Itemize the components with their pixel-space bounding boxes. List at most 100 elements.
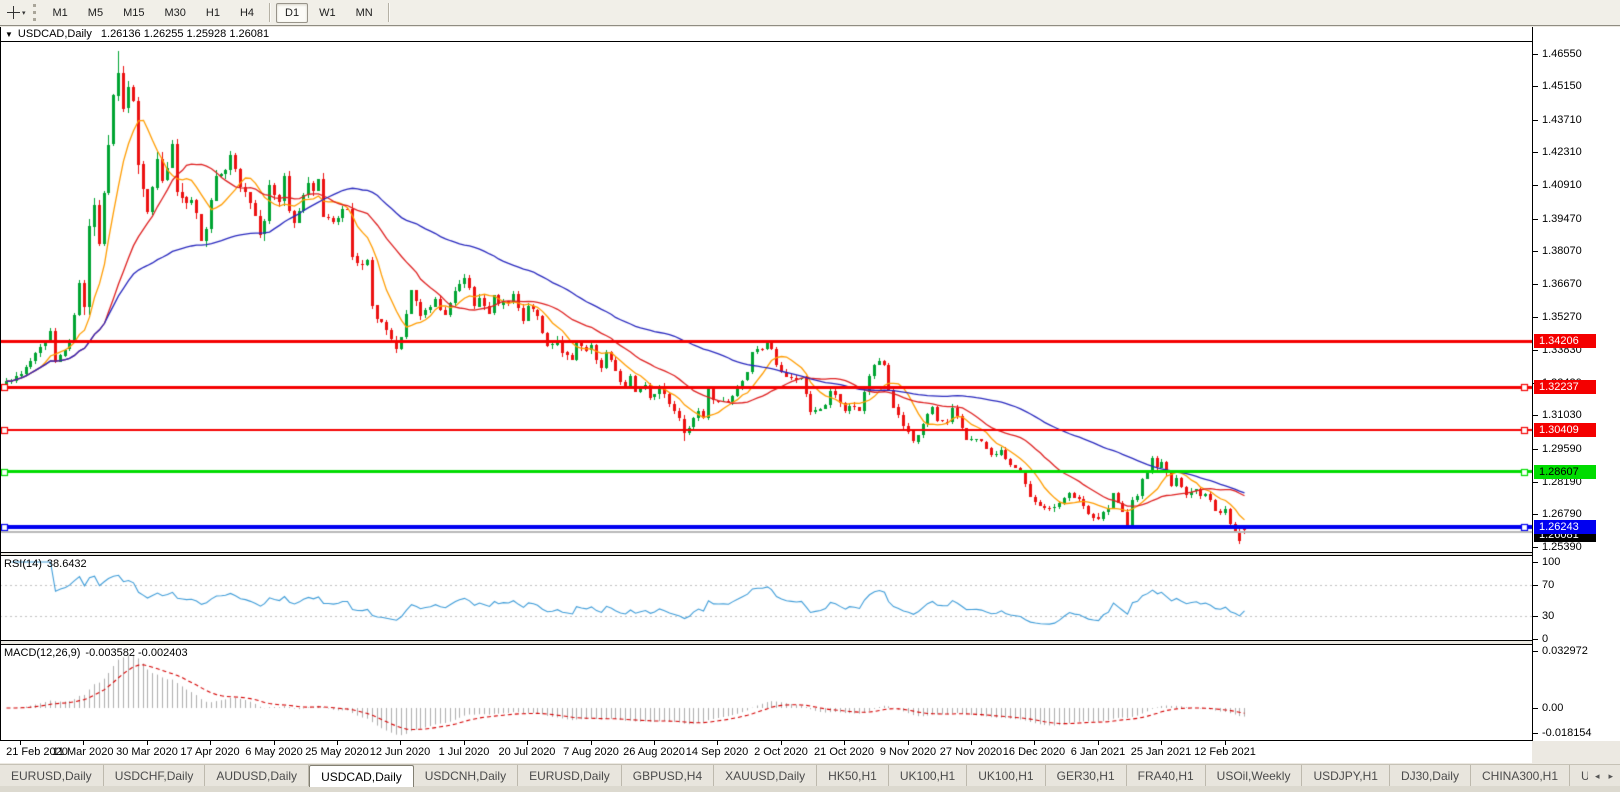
- price-axis-label: 1.42310: [1542, 146, 1582, 158]
- rsi-indicator-panel[interactable]: [0, 556, 1532, 640]
- date-axis-tick: [464, 741, 465, 745]
- price-axis-label: 0: [1542, 633, 1549, 645]
- price-axis-tick: [1533, 585, 1538, 586]
- toolbar-separator: [269, 3, 271, 22]
- chart-tab-uk100-h1[interactable]: UK100,H1: [889, 765, 968, 787]
- timeframe-button-mn[interactable]: MN: [347, 3, 382, 23]
- panel-border: [0, 640, 1620, 641]
- date-axis-tick: [1034, 741, 1035, 745]
- tab-scroll-right-icon[interactable]: ▸: [1605, 770, 1616, 783]
- chart-tab-ger30-h1[interactable]: GER30,H1: [1046, 765, 1127, 787]
- date-axis-tick: [781, 741, 782, 745]
- price-axis-tick: [1533, 152, 1538, 153]
- timeframe-button-h1[interactable]: H1: [197, 3, 229, 23]
- chart-tab-usdchf-daily[interactable]: USDCHF,Daily: [104, 765, 206, 787]
- mt4-window: ▾ M1 M5 M15 M30 H1 H4 D1 W1 MN ▼ USDCAD,Daily 1.…: [0, 0, 1620, 792]
- crosshair-tool-icon[interactable]: [7, 6, 20, 19]
- chart-tab-audusd-daily[interactable]: AUDUSD,Daily: [205, 765, 310, 787]
- price-line-badge: 1.26243: [1534, 520, 1596, 534]
- date-axis-label: 1 Jul 2020: [438, 746, 490, 758]
- date-axis-label: 11 Mar 2020: [52, 746, 114, 758]
- price-axis-label: 0.00: [1542, 702, 1564, 714]
- date-axis-tick: [147, 741, 148, 745]
- chart-tab-dj30-daily[interactable]: DJ30,Daily: [1390, 765, 1471, 787]
- timeframe-button-w1[interactable]: W1: [310, 3, 345, 23]
- price-line-badge: 1.32237: [1534, 380, 1596, 394]
- date-axis-tick: [274, 741, 275, 745]
- price-line-badge: 1.30409: [1534, 423, 1596, 437]
- price-axis-tick: [1533, 733, 1538, 734]
- chart-ohlc-values: 1.26136 1.26255 1.25928 1.26081: [100, 28, 270, 40]
- chart-tab-usdcnh-daily[interactable]: USDCNH,Daily: [414, 765, 519, 787]
- price-axis-tick: [1533, 415, 1538, 416]
- price-axis-tick: [1533, 547, 1538, 548]
- date-axis-tick: [210, 741, 211, 745]
- price-axis[interactable]: 1.46550 1.45150 1.43710 1.42310 1.40910 1.394…: [1532, 27, 1620, 741]
- price-axis-label: 100: [1542, 556, 1561, 568]
- dropdown-caret-icon[interactable]: ▾: [22, 9, 26, 17]
- timeframe-button-m30[interactable]: M30: [155, 3, 194, 23]
- collapse-caret-icon[interactable]: ▼: [5, 30, 13, 39]
- chart-tab-gbpusd-h4[interactable]: GBPUSD,H4: [622, 765, 715, 787]
- chart-tab-usdcad-daily[interactable]: USDCAD,Daily: [309, 765, 414, 787]
- date-axis-tick: [591, 741, 592, 745]
- date-axis-label: 17 Apr 2020: [180, 746, 240, 758]
- price-axis-tick: [1533, 350, 1538, 351]
- date-axis-label: 14 Sep 2020: [685, 746, 749, 758]
- date-axis-label: 25 Jan 2021: [1130, 746, 1192, 758]
- price-axis-tick: [1533, 54, 1538, 55]
- chart-tabs: EURUSD,Daily USDCHF,Daily AUDUSD,Daily USDC…: [0, 765, 1588, 787]
- toolbar-grip: [32, 4, 36, 21]
- timeframe-button-m5[interactable]: M5: [79, 3, 112, 23]
- price-axis-label: 1.40910: [1542, 179, 1582, 191]
- date-axis[interactable]: 21 Feb 2020 11 Mar 2020 30 Mar 2020 17 Apr …: [0, 741, 1532, 763]
- date-axis-tick: [83, 741, 84, 745]
- tab-scroll-left-icon[interactable]: ◂: [1592, 770, 1603, 783]
- price-axis-label: 30: [1542, 610, 1555, 622]
- rsi-name: RSI(14): [4, 558, 42, 570]
- price-axis-tick: [1533, 482, 1538, 483]
- price-line-badge: 1.28607: [1534, 465, 1596, 479]
- chart-tab-usoil-weekly[interactable]: USOil,Weekly: [1206, 765, 1303, 787]
- timeframe-button-m1[interactable]: M1: [44, 3, 77, 23]
- chart-tab-xauusd-daily[interactable]: XAUUSD,Daily: [714, 765, 818, 787]
- price-axis-label: 70: [1542, 579, 1555, 591]
- price-axis-tick: [1533, 639, 1538, 640]
- date-axis-label: 12 Jun 2020: [369, 746, 431, 758]
- date-axis-tick: [337, 741, 338, 745]
- price-axis-label: 1.31030: [1542, 409, 1582, 421]
- chart-tab-fra40-h1[interactable]: FRA40,H1: [1127, 765, 1206, 787]
- date-axis-label: 6 May 2020: [245, 746, 303, 758]
- price-axis-tick: [1533, 251, 1538, 252]
- date-axis-label: 7 Aug 2020: [563, 746, 619, 758]
- price-axis-label: 1.38070: [1542, 245, 1582, 257]
- price-axis-label: -0.018154: [1542, 727, 1592, 739]
- main-price-chart[interactable]: [0, 42, 1532, 552]
- chart-tab-u[interactable]: U: [1570, 765, 1588, 787]
- chart-tab-china300-h1[interactable]: CHINA300,H1: [1471, 765, 1571, 787]
- date-axis-label: 16 Dec 2020: [1002, 746, 1066, 758]
- price-axis-tick: [1533, 219, 1538, 220]
- macd-values: -0.003582 -0.002403: [85, 647, 188, 659]
- timeframe-button-d1[interactable]: D1: [276, 2, 309, 23]
- date-axis-tick: [844, 741, 845, 745]
- chart-tab-usdjpy-h1[interactable]: USDJPY,H1: [1302, 765, 1390, 787]
- chart-title-symbol: USDCAD,Daily: [17, 28, 92, 40]
- price-axis-tick: [1533, 86, 1538, 87]
- date-axis-tick: [654, 741, 655, 745]
- macd-indicator-panel[interactable]: [0, 645, 1532, 740]
- price-axis-label: 1.25390: [1542, 541, 1582, 553]
- chart-tab-eurusd-daily[interactable]: EURUSD,Daily: [0, 765, 104, 787]
- price-axis-tick: [1533, 651, 1538, 652]
- date-axis-tick: [971, 741, 972, 745]
- chart-tab-uk100-h1[interactable]: UK100,H1: [967, 765, 1046, 787]
- timeframe-button-m15[interactable]: M15: [114, 3, 153, 23]
- toolbar: ▾ M1 M5 M15 M30 H1 H4 D1 W1 MN: [0, 0, 1620, 26]
- rsi-value: 38.6432: [46, 558, 87, 570]
- timeframe-button-h4[interactable]: H4: [231, 3, 263, 23]
- chart-tab-hk50-h1[interactable]: HK50,H1: [817, 765, 889, 787]
- chart-tab-eurusd-daily[interactable]: EURUSD,Daily: [518, 765, 622, 787]
- rsi-label: RSI(14) 38.6432: [4, 558, 92, 570]
- tab-scroll-buttons: ◂ ▸: [1587, 765, 1620, 787]
- price-axis-label: 1.36670: [1542, 278, 1582, 290]
